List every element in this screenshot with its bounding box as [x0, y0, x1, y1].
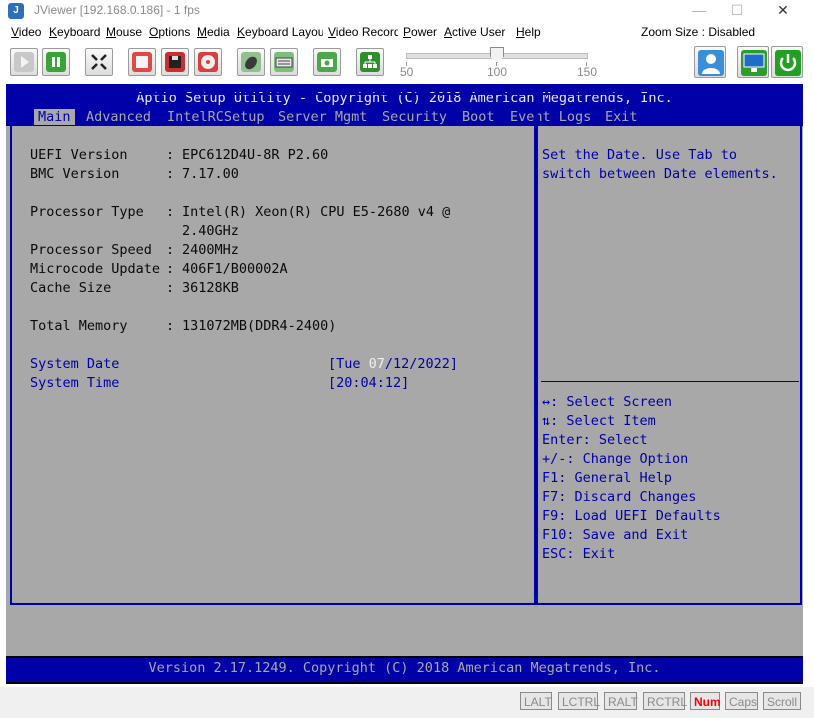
menu-mouse[interactable]: Mouse — [106, 25, 144, 39]
pause-button[interactable] — [42, 48, 70, 76]
save-disk-icon — [165, 52, 185, 72]
uefi-version-value: EPC612D4U-8R P2.60 — [182, 147, 329, 163]
cache-size-value: 36128KB — [182, 280, 239, 296]
keyboard-button[interactable] — [270, 48, 298, 76]
help-text-line: switch between Date elements. — [542, 166, 778, 182]
menu-video[interactable]: Video — [11, 25, 45, 39]
key-hint: Enter: Select — [542, 432, 648, 448]
network-button[interactable] — [356, 48, 384, 76]
ralt-key[interactable]: RALT — [604, 692, 638, 710]
mouse-button[interactable] — [237, 48, 265, 76]
fullscreen-button[interactable] — [85, 48, 113, 76]
menu-options[interactable]: Options — [149, 25, 192, 39]
fullscreen-icon — [89, 52, 109, 72]
info-label: Processor Type — [30, 204, 144, 220]
zoom-size-label: Zoom Size : Disabled — [641, 25, 756, 39]
user-icon — [698, 50, 724, 76]
info-label: BMC Version — [30, 166, 120, 182]
system-date-suffix: /12/2022] — [384, 356, 459, 372]
key-hint: F7: Discard Changes — [542, 489, 697, 505]
info-colon: : — [166, 280, 175, 296]
key-hint: ⇅: Select Item — [542, 413, 656, 429]
power-icon — [775, 50, 801, 76]
app-icon: J — [8, 3, 24, 19]
slider-label-150: 150 — [577, 65, 598, 79]
processor-speed-value: 2400MHz — [182, 242, 239, 258]
scroll-lock-indicator: Scroll — [763, 692, 801, 710]
menu-media[interactable]: Media — [197, 25, 233, 39]
floppy-button[interactable] — [128, 48, 156, 76]
info-label: Microcode Update — [30, 261, 161, 277]
play-icon — [14, 52, 34, 72]
rctrl-key[interactable]: RCTRL — [643, 692, 687, 710]
help-divider — [541, 381, 799, 382]
power-button[interactable] — [771, 46, 803, 78]
info-colon: : — [166, 242, 175, 258]
menu-help[interactable]: Help — [516, 25, 546, 39]
camera-icon — [317, 52, 337, 72]
menu-keyboard-layout[interactable]: Keyboard Layout — [237, 25, 323, 39]
info-colon: : — [166, 166, 175, 182]
key-hint: ↔: Select Screen — [542, 394, 673, 410]
zoom-slider-thumb[interactable] — [490, 47, 504, 63]
info-label: UEFI Version — [30, 147, 128, 163]
lalt-key[interactable]: LALT — [520, 692, 552, 710]
floppy-drive-icon — [132, 52, 152, 72]
info-label: Processor Speed — [30, 242, 152, 258]
window-title: JViewer [192.168.0.186] - 1 fps — [34, 3, 200, 17]
total-memory-value: 131072MB(DDR4-2400) — [182, 318, 337, 334]
info-label: Cache Size — [30, 280, 112, 296]
key-hint: F1: General Help — [542, 470, 673, 486]
display-button[interactable] — [737, 46, 769, 78]
close-button[interactable]: ✕ — [760, 0, 806, 22]
cd-icon — [198, 52, 218, 72]
key-hint: F9: Load UEFI Defaults — [542, 508, 721, 524]
system-date-field[interactable]: [Tue 07/12/2022] — [328, 356, 458, 372]
bios-screen[interactable]: Aptio Setup Utility - Copyright (C) 2018… — [6, 84, 803, 684]
keyboard-icon — [274, 52, 294, 72]
menu-video-record[interactable]: Video Record — [328, 25, 398, 39]
info-colon: : — [166, 261, 175, 277]
network-icon — [360, 52, 380, 72]
caps-lock-indicator: Caps — [725, 692, 758, 710]
key-hint: +/-: Change Option — [542, 451, 689, 467]
lctrl-key[interactable]: LCTRL — [558, 692, 600, 710]
slider-label-100: 100 — [487, 65, 508, 79]
processor-type-value-cont: 2.40GHz — [182, 223, 239, 239]
mouse-icon — [241, 52, 261, 72]
maximize-button[interactable]: ☐ — [714, 0, 760, 22]
bios-footer-text: Version 2.17.1249. Copyright (C) 2018 Am… — [148, 660, 661, 676]
bmc-version-value: 7.17.00 — [182, 166, 239, 182]
microcode-value: 406F1/B00002A — [182, 261, 288, 277]
cdrom-button[interactable] — [194, 48, 222, 76]
system-date-label[interactable]: System Date — [30, 356, 119, 372]
key-hint: ESC: Exit — [542, 546, 616, 562]
system-time-label[interactable]: System Time — [30, 375, 119, 391]
system-time-field[interactable]: [20:04:12] — [328, 375, 409, 391]
monitor-icon — [741, 50, 767, 76]
menu-power[interactable]: Power — [403, 25, 440, 39]
processor-type-value: Intel(R) Xeon(R) CPU E5-2680 v4 @ — [182, 204, 451, 220]
pause-icon — [46, 52, 66, 72]
system-date-selected-month[interactable]: 07 — [369, 356, 385, 372]
menu-active-user[interactable]: Active User — [444, 25, 514, 39]
video-record-button[interactable] — [313, 48, 341, 76]
info-colon: : — [166, 147, 175, 163]
key-hint: F10: Save and Exit — [542, 527, 689, 543]
system-date-prefix: [Tue — [328, 356, 369, 372]
slider-label-50: 50 — [400, 65, 414, 79]
info-label: Total Memory — [30, 318, 128, 334]
menu-keyboard[interactable]: Keyboard — [49, 25, 102, 39]
disk-button[interactable] — [161, 48, 189, 76]
num-lock-indicator: Num — [690, 692, 721, 710]
info-colon: : — [166, 318, 175, 334]
user-button[interactable] — [694, 46, 726, 78]
play-button[interactable] — [10, 48, 38, 76]
info-colon: : — [166, 204, 175, 220]
help-text-line: Set the Date. Use Tab to — [542, 147, 738, 163]
